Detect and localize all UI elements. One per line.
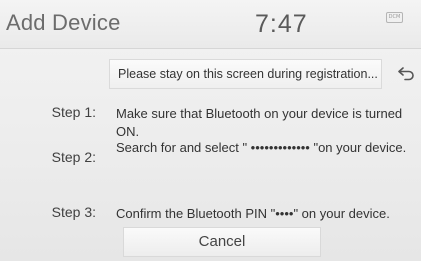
header-bar: Add Device 7:47 DCM	[0, 0, 421, 49]
back-button[interactable]	[391, 59, 421, 89]
step-1-label: Step 1:	[51, 104, 96, 120]
step-3-label: Step 3:	[51, 204, 96, 220]
step-3-text: Confirm the Bluetooth PIN "••••" on your…	[116, 206, 390, 221]
add-device-screen: Add Device 7:47 DCM Please stay on this …	[0, 0, 421, 261]
registration-notice: Please stay on this screen during regist…	[109, 59, 382, 89]
status-badge: DCM	[386, 12, 403, 23]
page-title: Add Device	[6, 10, 121, 35]
cancel-button[interactable]: Cancel	[123, 227, 321, 257]
step-2-text: Search for and select " ••••••••••••• "o…	[116, 140, 407, 155]
back-arrow-icon	[398, 67, 414, 81]
clock: 7:47	[255, 10, 308, 38]
step-1-text: Make sure that Bluetooth on your device …	[116, 106, 403, 139]
step-2-label: Step 2:	[51, 149, 96, 165]
